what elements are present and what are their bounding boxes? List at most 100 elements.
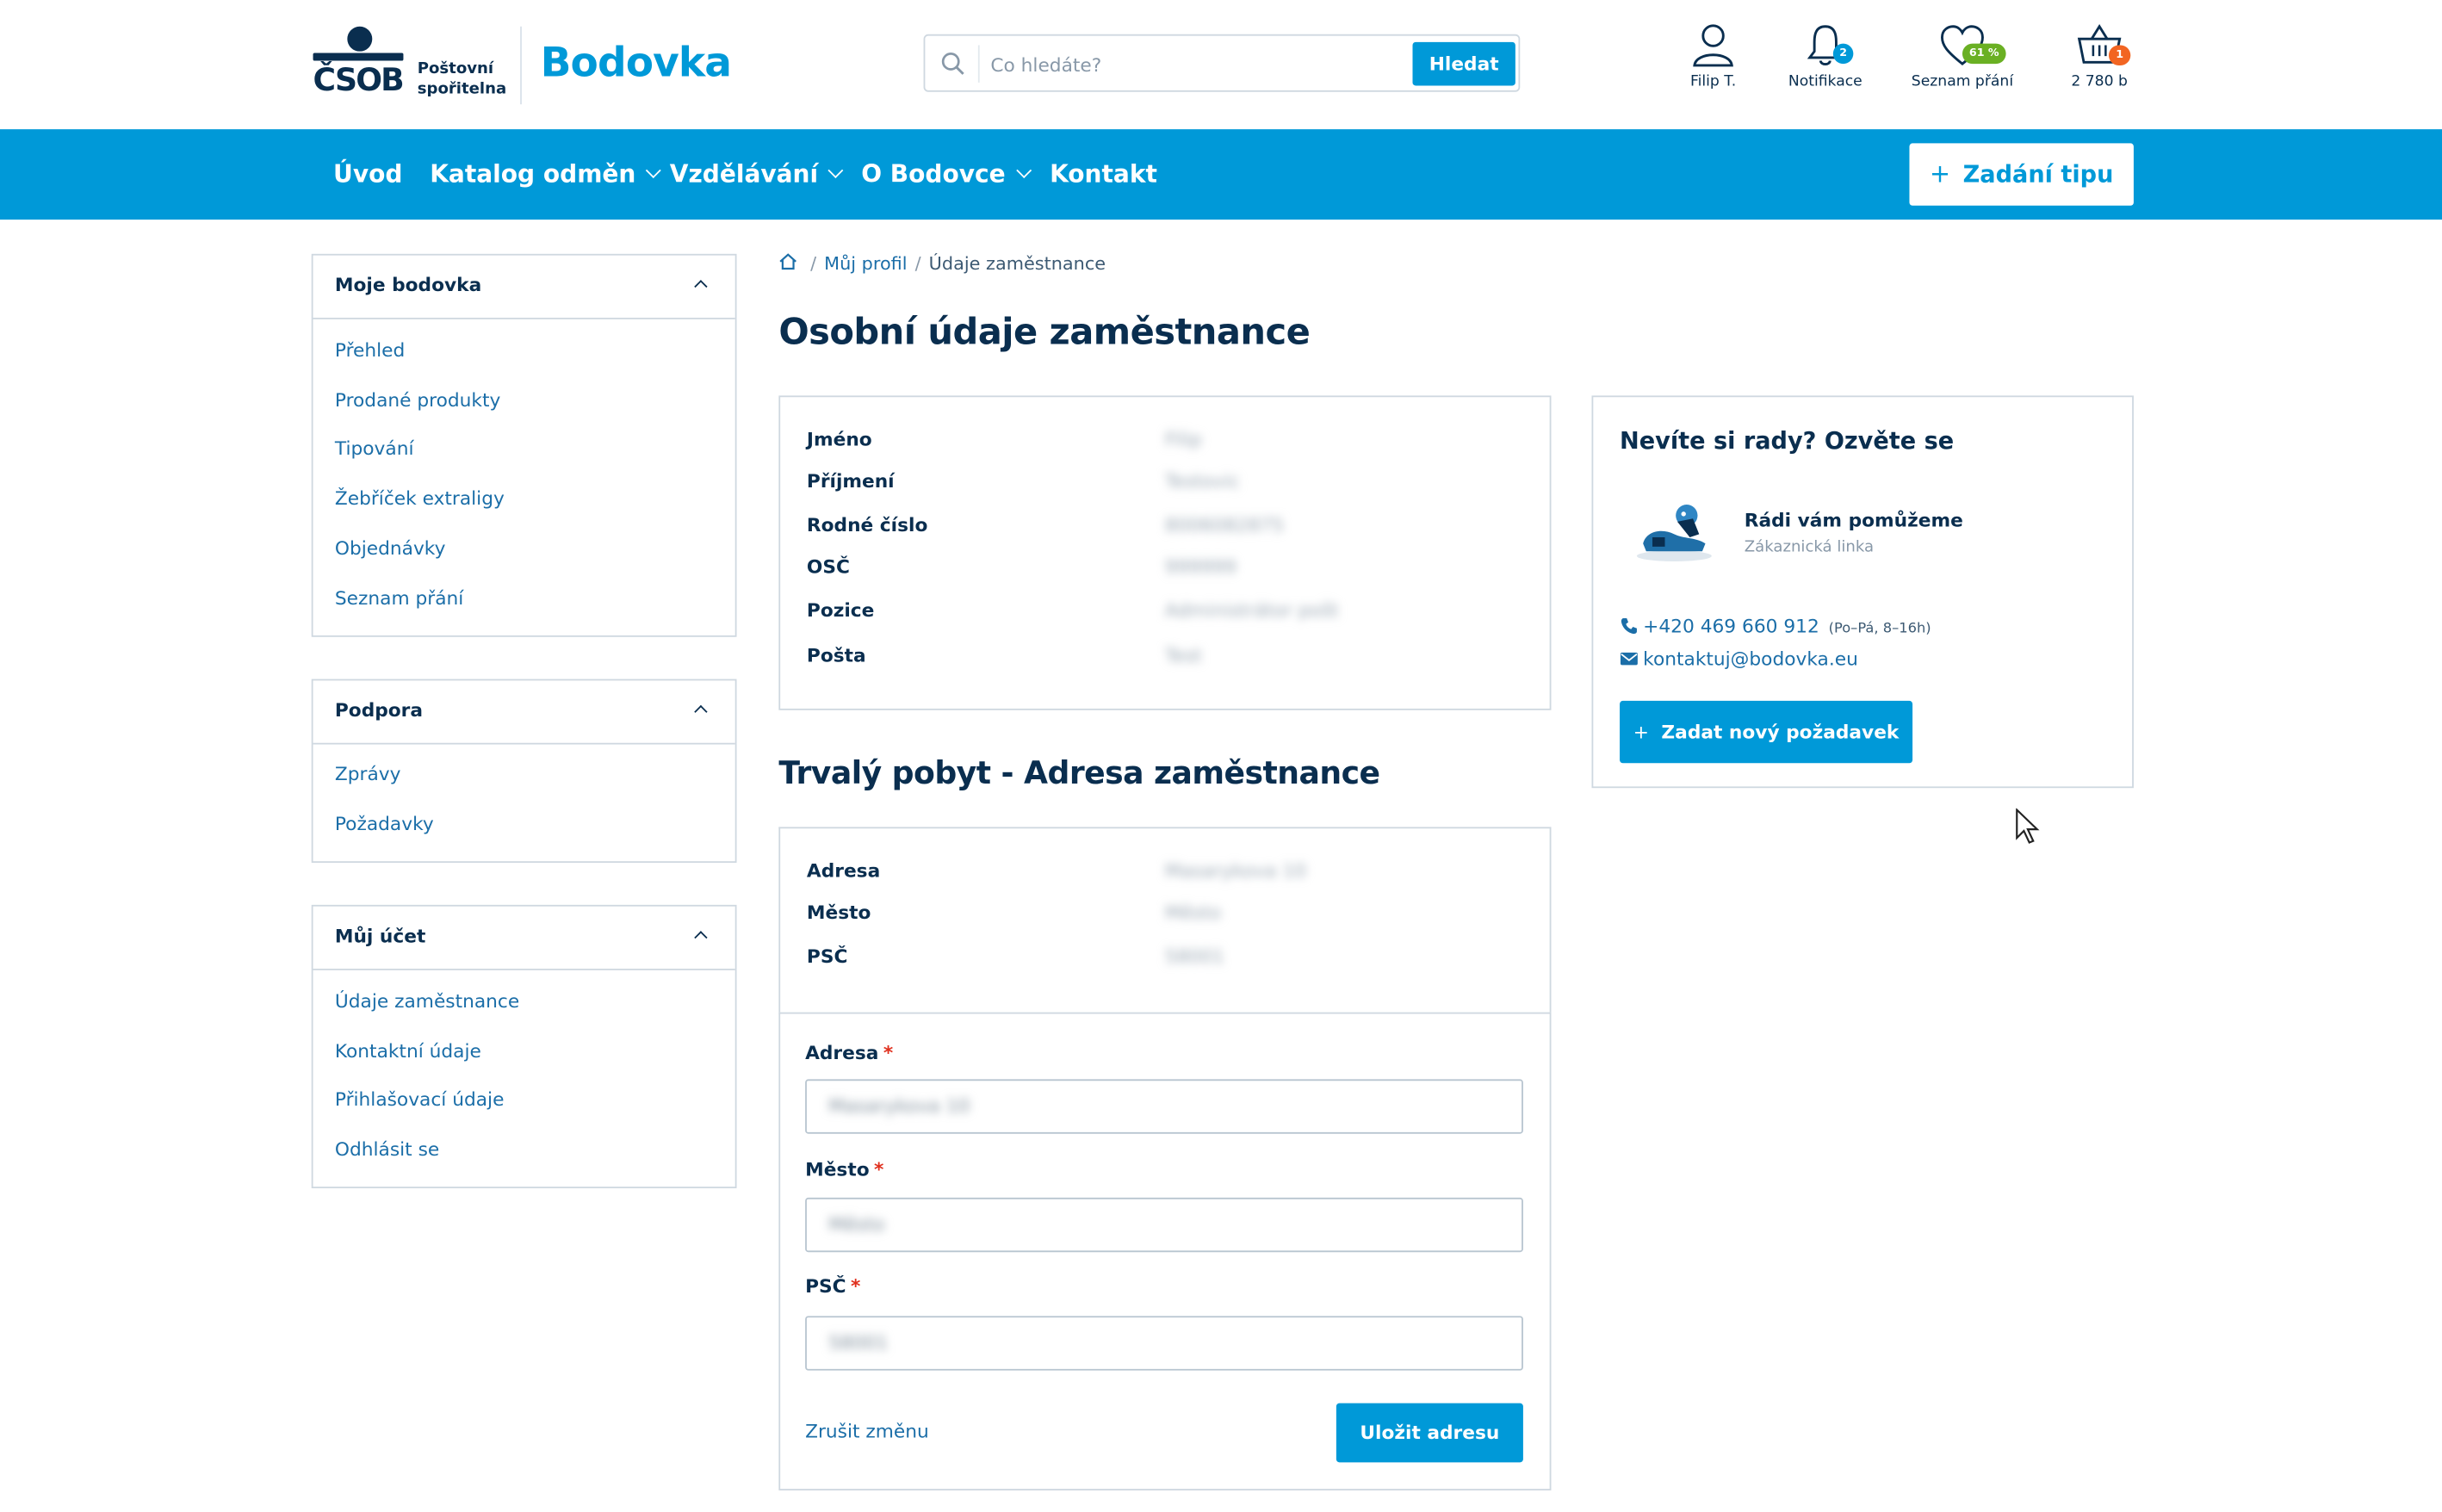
help-card: Nevíte si rady? Ozvěte se Rádi vám pomůž… bbox=[1591, 395, 2134, 789]
row-value: Test bbox=[1164, 644, 1202, 667]
profile-label: Filip T. bbox=[1689, 73, 1737, 90]
field-label-text: PSČ bbox=[805, 1275, 846, 1298]
required-marker: * bbox=[874, 1158, 884, 1180]
row-value: Filip bbox=[1164, 428, 1202, 450]
phone-number: +420 469 660 912 bbox=[1643, 615, 1819, 637]
city-input[interactable]: Město bbox=[805, 1197, 1523, 1253]
plus-icon: + bbox=[1633, 721, 1649, 743]
row-label: Pošta bbox=[806, 644, 866, 667]
page-title: Osobní údaje zaměstnance bbox=[778, 313, 1311, 354]
new-request-label: Zadat nový požadavek bbox=[1661, 721, 1900, 743]
main-nav: Úvod Katalog odměn Vzdělávání O Bodovce … bbox=[0, 129, 2442, 220]
sidebar-item-objednavky[interactable]: Objednávky bbox=[335, 537, 446, 559]
sidebar-section-title: Podpora bbox=[334, 699, 424, 722]
sidebar-section-moje-bodovka: Moje bodovka Přehled Prodané produkty Ti… bbox=[311, 253, 737, 637]
phone-icon bbox=[1621, 618, 1637, 635]
row-label: Rodné číslo bbox=[806, 513, 928, 536]
nav-item-o-bodovce[interactable]: O Bodovce bbox=[861, 158, 1032, 189]
section-title-address: Trvalý pobyt - Adresa zaměstnance bbox=[778, 753, 1380, 791]
sidebar-section-podpora: Podpora Zprávy Požadavky bbox=[311, 679, 737, 864]
nav-label: Úvod bbox=[333, 160, 403, 189]
envelope-icon bbox=[1620, 652, 1638, 666]
sidebar-item-udaje-zamestnance[interactable]: Údaje zaměstnance bbox=[335, 990, 519, 1012]
add-tip-button[interactable]: + Zadání tipu bbox=[1909, 143, 2134, 206]
row-value: 58001 bbox=[1164, 945, 1224, 968]
nav-label: Vzdělávání bbox=[669, 160, 819, 189]
row-value: 999999 bbox=[1164, 555, 1236, 579]
new-request-button[interactable]: + Zadat nový požadavek bbox=[1620, 700, 1913, 764]
sidebar-section-title: Moje bodovka bbox=[334, 274, 482, 296]
row-value: Masarykova 10 bbox=[1164, 859, 1307, 882]
row-value: Město bbox=[1164, 902, 1222, 924]
mouse-cursor-icon bbox=[2016, 808, 2040, 844]
logo-subtitle-line-1: Poštovní bbox=[417, 60, 494, 78]
chevron-down-icon bbox=[827, 163, 844, 179]
help-title: Nevíte si rady? Ozvěte se bbox=[1620, 426, 1955, 455]
nav-item-katalog[interactable]: Katalog odměn bbox=[430, 158, 662, 189]
row-value: 8006082875 bbox=[1164, 513, 1285, 536]
search-bar: Hledat bbox=[923, 34, 1521, 92]
sidebar-item-tipovani[interactable]: Tipování bbox=[335, 437, 414, 459]
input-value: Masarykova 10 bbox=[828, 1094, 970, 1117]
logo-circle bbox=[347, 26, 373, 52]
field-label-text: Město bbox=[805, 1158, 870, 1180]
nav-item-vzdelavani[interactable]: Vzdělávání bbox=[669, 158, 844, 189]
save-address-button[interactable]: Uložit adresu bbox=[1336, 1403, 1523, 1463]
breadcrumb-item-profil[interactable]: Můj profil bbox=[824, 252, 907, 274]
help-phone[interactable]: +420 469 660 912 (Po–Pá, 8–16h) bbox=[1620, 615, 1931, 637]
search-input[interactable] bbox=[987, 46, 1399, 84]
wishlist-badge: 61 % bbox=[1962, 43, 2006, 65]
phone-hours: (Po–Pá, 8–16h) bbox=[1828, 621, 1931, 637]
app-name[interactable]: Bodovka bbox=[541, 37, 732, 90]
address-input[interactable]: Masarykova 10 bbox=[805, 1079, 1523, 1134]
help-heading: Rádi vám pomůžeme bbox=[1744, 509, 1963, 531]
chevron-up-icon bbox=[694, 704, 708, 719]
sidebar-item-pozadavky[interactable]: Požadavky bbox=[335, 813, 434, 834]
breadcrumb-separator: / bbox=[804, 252, 817, 275]
breadcrumb-item-current: Údaje zaměstnance bbox=[928, 252, 1106, 275]
search-button[interactable]: Hledat bbox=[1412, 41, 1515, 86]
nav-label: Katalog odměn bbox=[430, 160, 636, 189]
notifications-link[interactable]: 2 Notifikace bbox=[1785, 22, 1866, 90]
field-label-psc: PSČ * bbox=[805, 1275, 860, 1297]
required-marker: * bbox=[851, 1275, 861, 1298]
sidebar-section-header[interactable]: Podpora bbox=[313, 680, 735, 745]
sidebar-item-odhlasit[interactable]: Odhlásit se bbox=[335, 1138, 439, 1160]
personal-info-card: Jméno Filip Příjmení Testovic Rodné čísl… bbox=[778, 395, 1552, 710]
sidebar-item-prodane-produkty[interactable]: Prodané produkty bbox=[335, 389, 500, 411]
logo-bar bbox=[313, 53, 404, 61]
logo-divider bbox=[520, 26, 522, 105]
sidebar-section-header[interactable]: Moje bodovka bbox=[313, 256, 735, 319]
wishlist-label: Seznam přání bbox=[1911, 73, 2014, 90]
cart-badge: 1 bbox=[2108, 45, 2131, 65]
address-info-card: Adresa Masarykova 10 Město Město PSČ 580… bbox=[778, 827, 1552, 1014]
sidebar-item-zebricek[interactable]: Žebříček extraligy bbox=[335, 487, 505, 509]
sidebar-item-prihlasovaci-udaje[interactable]: Přihlašovací údaje bbox=[335, 1088, 505, 1110]
chevron-up-icon bbox=[694, 931, 708, 945]
cart-link[interactable]: 1 2 780 b bbox=[2065, 22, 2134, 90]
zip-input[interactable]: 58001 bbox=[805, 1316, 1523, 1371]
mascot-illustration bbox=[1636, 505, 1712, 562]
sidebar-item-zpravy[interactable]: Zprávy bbox=[335, 763, 401, 784]
search-icon bbox=[941, 53, 964, 75]
nav-item-uvod[interactable]: Úvod bbox=[333, 158, 402, 189]
logo-text: ČSOB bbox=[313, 60, 405, 98]
profile-link[interactable]: Filip T. bbox=[1682, 22, 1744, 90]
nav-item-kontakt[interactable]: Kontakt bbox=[1050, 158, 1157, 189]
chevron-down-icon bbox=[646, 163, 662, 179]
row-label: Příjmení bbox=[806, 470, 895, 493]
home-icon[interactable] bbox=[778, 252, 797, 271]
cancel-change-link[interactable]: Zrušit změnu bbox=[805, 1421, 929, 1442]
nav-label: Kontakt bbox=[1050, 160, 1157, 189]
nav-label: O Bodovce bbox=[861, 160, 1006, 189]
sidebar-item-prehled[interactable]: Přehled bbox=[335, 339, 405, 361]
chevron-down-icon bbox=[1015, 163, 1032, 179]
sidebar-item-kontaktni-udaje[interactable]: Kontaktní údaje bbox=[335, 1040, 481, 1062]
row-label: Pozice bbox=[806, 599, 875, 622]
csob-logo[interactable]: ČSOB bbox=[313, 26, 405, 98]
input-value: 58001 bbox=[828, 1331, 889, 1354]
wishlist-link[interactable]: 61 % Seznam přání bbox=[1909, 22, 2015, 90]
sidebar-section-header[interactable]: Můj účet bbox=[313, 907, 735, 970]
help-email[interactable]: kontaktuj@bodovka.eu bbox=[1620, 648, 1858, 670]
sidebar-item-seznam-prani[interactable]: Seznam přání bbox=[335, 587, 463, 609]
